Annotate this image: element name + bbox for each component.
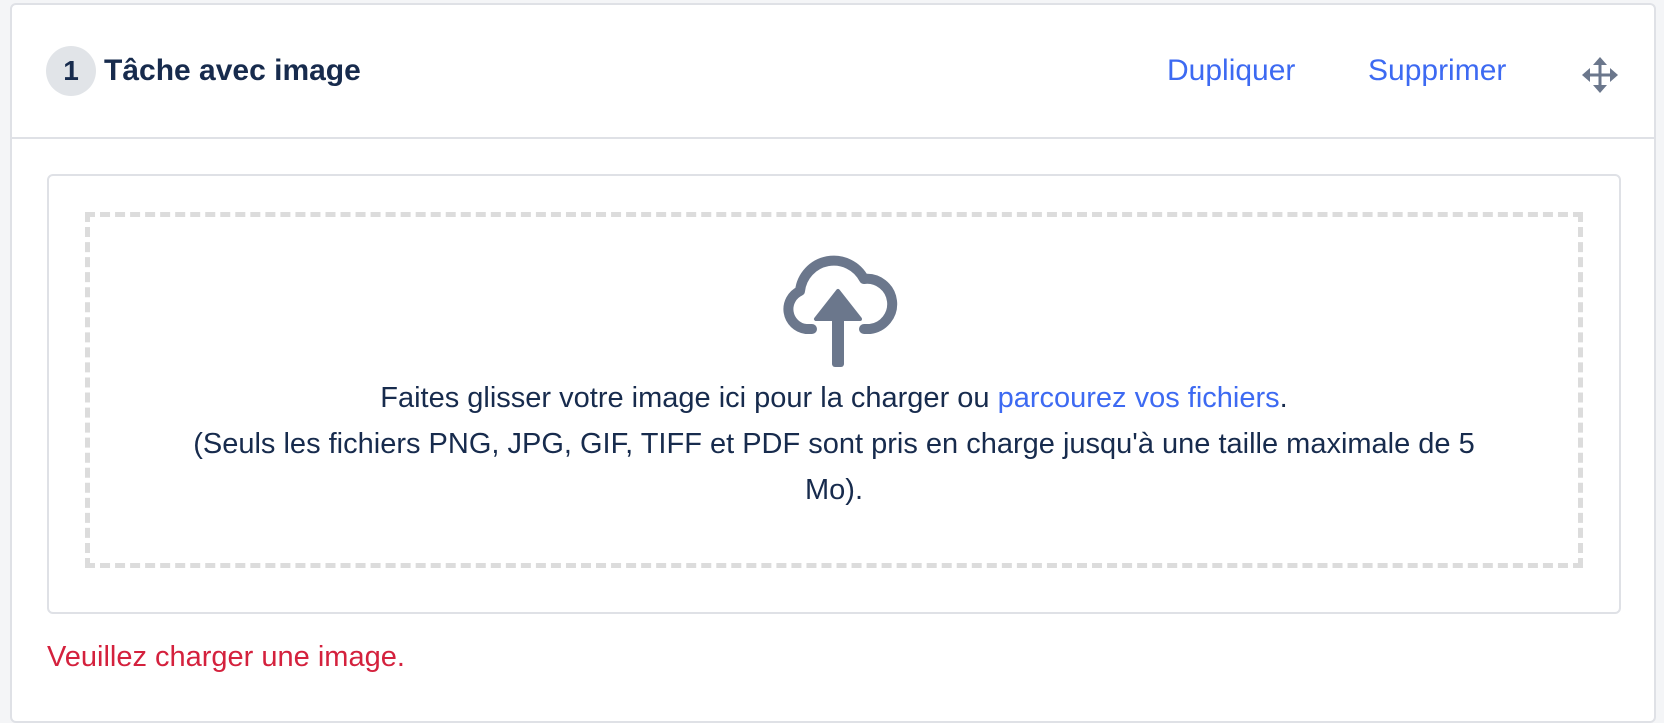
task-card: 1 Tâche avec image Dupliquer Supprimer F…: [10, 3, 1656, 723]
browse-files-link[interactable]: parcourez vos fichiers: [998, 382, 1280, 414]
move-icon[interactable]: [1582, 57, 1618, 93]
duplicate-button[interactable]: Dupliquer: [1167, 53, 1295, 89]
task-title: Tâche avec image: [104, 54, 361, 87]
image-upload-panel: Faites glisser votre image ici pour la c…: [47, 174, 1621, 614]
delete-button[interactable]: Supprimer: [1368, 53, 1506, 89]
dropzone-instructions: Faites glisser votre image ici pour la c…: [90, 375, 1578, 513]
step-number-badge: 1: [46, 46, 96, 96]
image-dropzone[interactable]: Faites glisser votre image ici pour la c…: [85, 212, 1583, 568]
cloud-upload-icon: [783, 255, 898, 367]
validation-error-message: Veuillez charger une image.: [47, 641, 405, 673]
file-type-note: (Seuls les fichiers PNG, JPG, GIF, TIFF …: [193, 428, 1475, 506]
dropzone-instruction-text: Faites glisser votre image ici pour la c…: [380, 382, 998, 414]
task-header: 1 Tâche avec image Dupliquer Supprimer: [12, 5, 1654, 139]
dropzone-instruction-period: .: [1279, 382, 1288, 414]
